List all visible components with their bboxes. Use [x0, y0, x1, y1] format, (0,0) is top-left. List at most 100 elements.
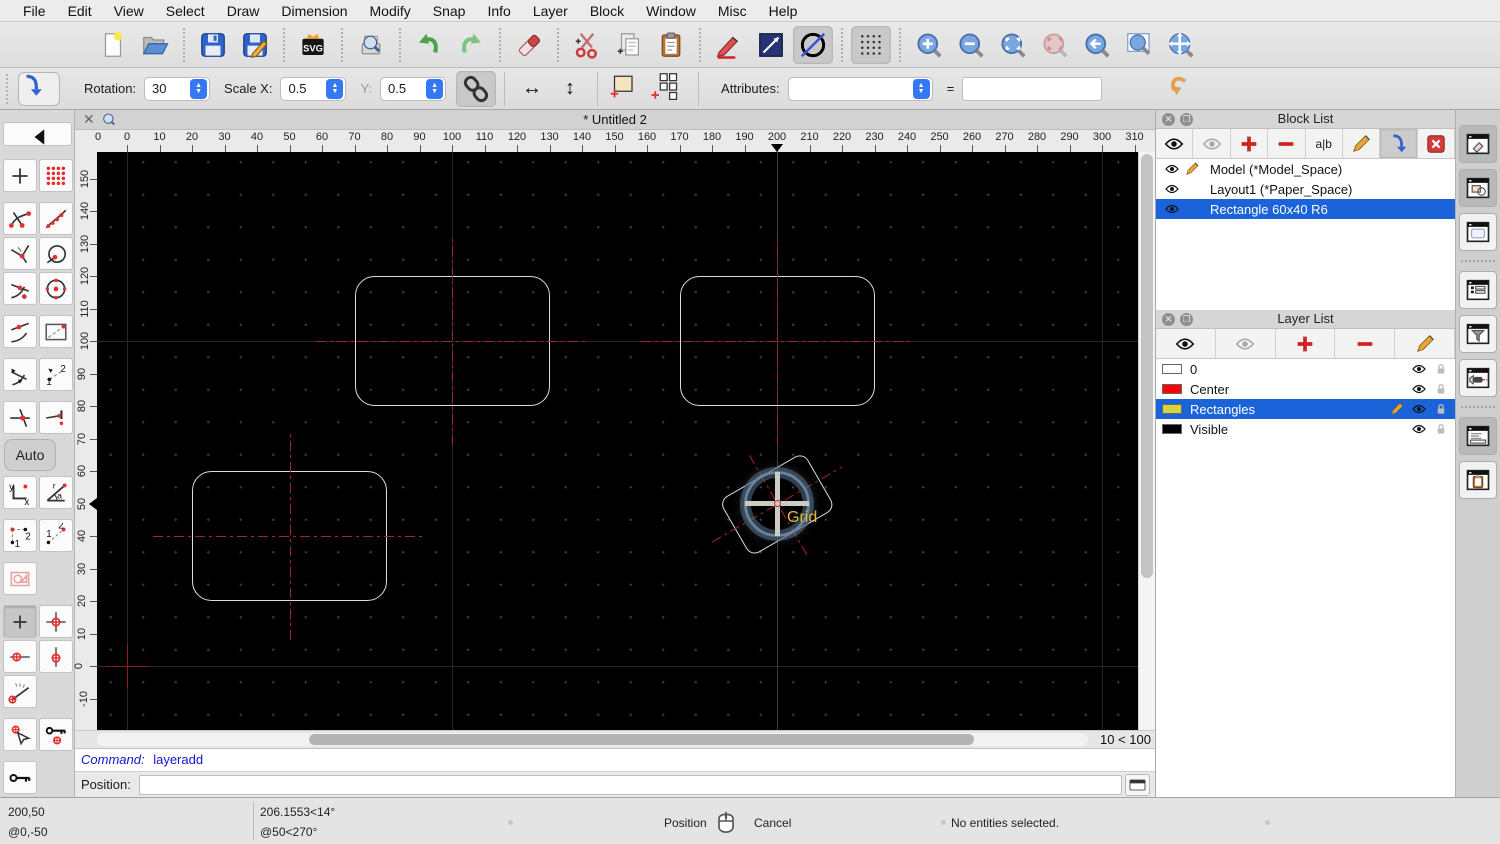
flip-vertical-button[interactable]: ↕ — [551, 72, 589, 106]
eye-icon[interactable] — [1164, 161, 1182, 177]
command-history[interactable]: Command: layeradd — [75, 748, 1155, 771]
back-button[interactable] — [3, 122, 72, 146]
ellipse-button[interactable] — [793, 25, 833, 64]
float-panel-icon[interactable]: ❐ — [1180, 113, 1193, 126]
eye-icon[interactable] — [1411, 421, 1427, 437]
menu-file[interactable]: File — [12, 3, 57, 19]
save-as-button[interactable] — [235, 26, 275, 64]
draw-pencil-button[interactable] — [709, 26, 749, 64]
snap-perpendicular-button[interactable] — [3, 237, 37, 270]
cut-button[interactable] — [567, 26, 607, 64]
menu-block[interactable]: Block — [579, 3, 635, 19]
hide-all-blocks-button[interactable] — [1193, 129, 1231, 158]
eye-icon[interactable] — [1164, 181, 1182, 197]
restrict-orthogonal-button[interactable] — [39, 605, 73, 638]
dock-command-button[interactable] — [1459, 417, 1497, 455]
revert-button[interactable] — [1164, 70, 1204, 108]
flip-horizontal-button[interactable]: ↔ — [513, 72, 551, 106]
delete-block-button[interactable] — [1418, 129, 1455, 158]
show-all-layers-button[interactable] — [1156, 329, 1216, 358]
snap-reference-button[interactable] — [39, 315, 73, 348]
restrict-vertical-button[interactable] — [39, 640, 73, 673]
horizontal-scrollbar-thumb[interactable] — [309, 734, 974, 745]
redo-button[interactable] — [451, 26, 491, 64]
palette-handle[interactable] — [0, 110, 74, 122]
coord-polar-button[interactable]: ra — [39, 476, 73, 509]
menu-modify[interactable]: Modify — [359, 3, 422, 19]
remove-layer-button[interactable] — [1335, 329, 1396, 358]
zoom-in-button[interactable] — [909, 26, 949, 64]
zoom-pan-button[interactable] — [1161, 26, 1201, 64]
block-row[interactable]: Rectangle 60x40 R6 — [1156, 199, 1455, 219]
dock-entity-list-button[interactable] — [1459, 271, 1497, 309]
array-insert-button[interactable] — [649, 70, 689, 108]
eye-icon[interactable] — [1411, 381, 1427, 397]
stepper-icon[interactable]: ▲ ▼ — [326, 78, 344, 99]
dock-block-list-button[interactable] — [1459, 125, 1497, 163]
snap-center-button[interactable] — [39, 272, 73, 305]
snap-on-entity-button[interactable] — [39, 202, 73, 235]
lock-relative-zero-button[interactable] — [39, 718, 73, 751]
open-file-button[interactable] — [135, 26, 175, 64]
menu-select[interactable]: Select — [155, 3, 216, 19]
vertical-scrollbar-thumb[interactable] — [1141, 154, 1153, 578]
snap-middle-button[interactable] — [3, 272, 37, 305]
edit-layer-button[interactable] — [1395, 329, 1455, 358]
insert-block-button[interactable] — [18, 71, 60, 106]
link-scales-button[interactable] — [456, 70, 497, 107]
copy-button[interactable] — [609, 26, 649, 64]
keyboard-toggle-button[interactable] — [1124, 773, 1150, 796]
layer-color-swatch[interactable] — [1162, 364, 1182, 374]
vertical-scrollbar[interactable] — [1138, 152, 1155, 730]
snap-exclusive-button[interactable] — [3, 562, 37, 595]
menu-misc[interactable]: Misc — [707, 3, 758, 19]
save-button[interactable] — [193, 26, 233, 64]
attribute-value-input[interactable] — [962, 76, 1103, 101]
order-polar-button[interactable]: 12 — [39, 519, 73, 552]
delete-button[interactable] — [509, 26, 549, 64]
snap-grid-button[interactable] — [39, 159, 73, 192]
layer-color-swatch[interactable] — [1162, 404, 1182, 414]
zoom-auto-button[interactable] — [993, 26, 1033, 64]
eye-icon[interactable] — [1164, 201, 1182, 217]
drawing-canvas[interactable]: Grid — [97, 152, 1138, 730]
edit-block-button[interactable] — [1343, 129, 1381, 158]
dock-layer-list-button[interactable] — [1459, 169, 1497, 207]
close-panel-icon[interactable]: ✕ — [1162, 313, 1175, 326]
dock-filter-button[interactable] — [1459, 315, 1497, 353]
angle-gauge-button[interactable] — [3, 675, 37, 708]
grid-toggle-button[interactable] — [851, 25, 891, 64]
insert-block-button[interactable] — [1380, 129, 1418, 158]
scale-x-combo[interactable]: 0.5 ▲ ▼ — [280, 76, 347, 101]
snap-sequence-button[interactable]: 12 — [39, 358, 73, 391]
zoom-out-button[interactable] — [951, 26, 991, 64]
layer-row[interactable]: 0 — [1156, 359, 1455, 379]
dock-library-button[interactable] — [1459, 213, 1497, 251]
layer-row[interactable]: Rectangles — [1156, 399, 1455, 419]
line-segment-button[interactable] — [751, 26, 791, 64]
lock-icon[interactable] — [1433, 401, 1449, 417]
order-cartesian-button[interactable]: 12 — [3, 519, 37, 552]
restrict-horizontal-button[interactable] — [3, 640, 37, 673]
snap-distance-button[interactable] — [39, 237, 73, 270]
lock-icon[interactable] — [1433, 421, 1449, 437]
float-panel-icon[interactable]: ❐ — [1180, 313, 1193, 326]
menu-view[interactable]: View — [103, 3, 155, 19]
set-relative-zero-button[interactable] — [3, 718, 37, 751]
rename-block-button[interactable]: a|b — [1306, 129, 1343, 158]
single-insert-button[interactable] — [607, 70, 647, 108]
auto-snap-button[interactable]: Auto — [4, 439, 56, 471]
zoom-window-button[interactable] — [1119, 26, 1159, 64]
menu-dimension[interactable]: Dimension — [270, 3, 358, 19]
eye-icon[interactable] — [1411, 361, 1427, 377]
paste-button[interactable] — [651, 26, 691, 64]
menu-window[interactable]: Window — [635, 3, 707, 19]
layer-row[interactable]: Visible — [1156, 419, 1455, 439]
block-row[interactable]: Model (*Model_Space) — [1156, 159, 1455, 179]
attributes-combo[interactable]: ▲ ▼ — [787, 76, 933, 101]
dock-projection-button[interactable] — [1459, 359, 1497, 397]
zoom-redraw-button[interactable] — [1035, 26, 1075, 64]
layer-color-swatch[interactable] — [1162, 424, 1182, 434]
snap-nearest-button[interactable] — [3, 315, 37, 348]
snap-free-button[interactable] — [3, 159, 37, 192]
